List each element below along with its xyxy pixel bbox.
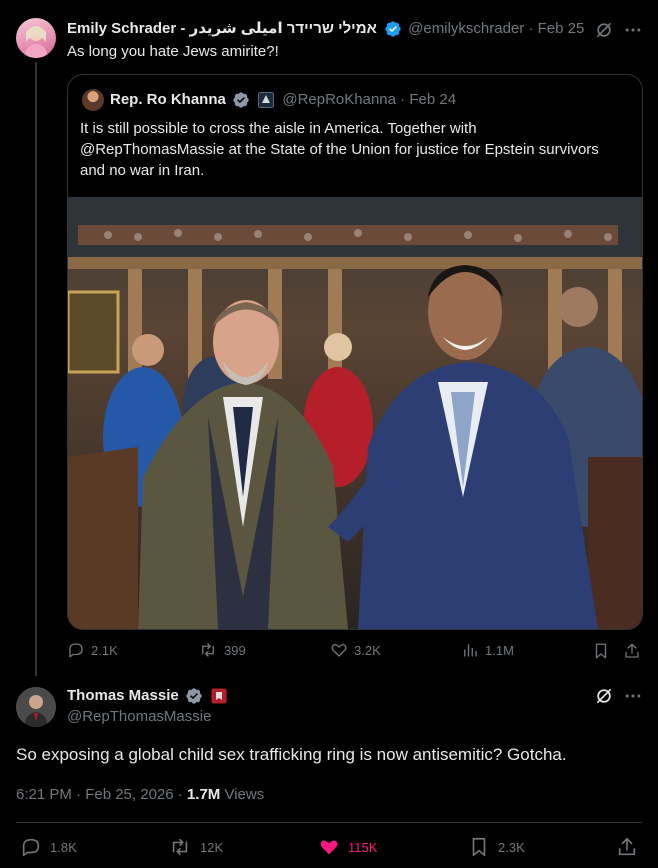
like-count: 3.2K (354, 642, 381, 658)
heart-filled-icon (320, 840, 338, 855)
main-author-handle[interactable]: @RepThomasMassie (67, 707, 211, 727)
quote-author-name: Rep. Ro Khanna (110, 91, 226, 108)
parent-author-handle[interactable]: @emilykschrader (408, 20, 524, 37)
emily-avatar[interactable] (16, 18, 56, 58)
share-button[interactable] (616, 836, 638, 858)
main-tweet-meta: 6:21 PM · Feb 25, 2026 · 1.7M Views (16, 785, 264, 805)
divider (16, 822, 642, 823)
like-count: 115K (348, 839, 378, 855)
like-button[interactable]: 115K (318, 836, 377, 858)
repost-icon (202, 643, 214, 657)
share-icon (618, 837, 636, 856)
quote-author-handle: @RepRoKhanna (282, 91, 396, 108)
main-timestamp[interactable]: 6:21 PM · Feb 25, 2026 · (16, 786, 187, 803)
bookmark-icon (472, 837, 486, 857)
verified-badge-icon (385, 21, 401, 37)
bookmark-count: 2.3K (498, 839, 525, 855)
heart-icon (331, 643, 347, 657)
main-tweet-text: So exposing a global child sex trafficki… (16, 745, 567, 764)
verified-badge-icon (233, 92, 249, 108)
quote-text-line: and no war in Iran. (80, 162, 205, 179)
quote-photo[interactable] (68, 197, 642, 629)
quote-text-line: It is still possible to cross the aisle … (80, 120, 477, 137)
grok-icon[interactable] (593, 685, 615, 707)
reply-icon (69, 643, 83, 658)
parent-tweet-text: As long you hate Jews amirite?! (67, 43, 279, 60)
bookmark-icon (595, 643, 607, 659)
thread-connector-line (35, 62, 37, 676)
views-chart-icon (464, 644, 477, 657)
repost-button[interactable]: 12K (168, 836, 223, 858)
views-count: 1.1M (485, 642, 514, 658)
repost-icon (172, 838, 188, 856)
grok-icon[interactable] (593, 19, 615, 41)
more-options-icon[interactable] (622, 685, 644, 707)
quote-text-line: @RepThomasMassie at the State of the Uni… (80, 141, 599, 158)
share-button[interactable] (622, 641, 642, 661)
massie-avatar[interactable] (16, 687, 56, 727)
repost-count: 399 (224, 642, 246, 658)
reply-button[interactable]: 1.8K (20, 836, 77, 858)
ro-khanna-avatar (82, 89, 104, 111)
reply-button[interactable]: 2.1K (67, 641, 118, 659)
main-views-label: Views (220, 786, 265, 803)
repost-count: 12K (200, 839, 224, 855)
affiliate-badge-icon (211, 688, 227, 704)
quote-date: · Feb 24 (400, 91, 457, 108)
share-icon (625, 643, 639, 658)
more-options-icon[interactable] (622, 19, 644, 41)
main-views-count: 1.7M (186, 786, 221, 803)
quote-tweet-text: It is still possible to cross the aisle … (80, 118, 630, 181)
government-affiliate-icon (258, 92, 275, 109)
views-button[interactable]: 1.1M (461, 641, 514, 659)
quote-header: Rep. Ro Khanna @RepRoKhanna · Feb 24 (110, 89, 456, 111)
reply-count: 1.8K (50, 839, 77, 855)
quoted-tweet-card[interactable]: Rep. Ro Khanna @RepRoKhanna · Feb 24 It … (67, 74, 643, 630)
like-button[interactable]: 3.2K (330, 641, 381, 659)
verified-badge-icon (186, 688, 202, 704)
repost-button[interactable]: 399 (198, 641, 246, 659)
reply-icon (22, 838, 40, 857)
reply-count: 2.1K (91, 642, 118, 658)
main-author-name[interactable]: Thomas Massie (67, 687, 179, 704)
parent-date[interactable]: · Feb 25 (528, 20, 584, 37)
bookmark-button[interactable] (591, 641, 611, 661)
parent-header: Emily Schrader - אמילי שריידר امیلی شرید… (67, 19, 584, 39)
bookmark-button[interactable]: 2.3K (468, 836, 525, 858)
main-author-row: Thomas Massie (67, 686, 227, 706)
parent-author-name[interactable]: Emily Schrader - אמילי שריידר امیلی شرید… (67, 20, 377, 37)
